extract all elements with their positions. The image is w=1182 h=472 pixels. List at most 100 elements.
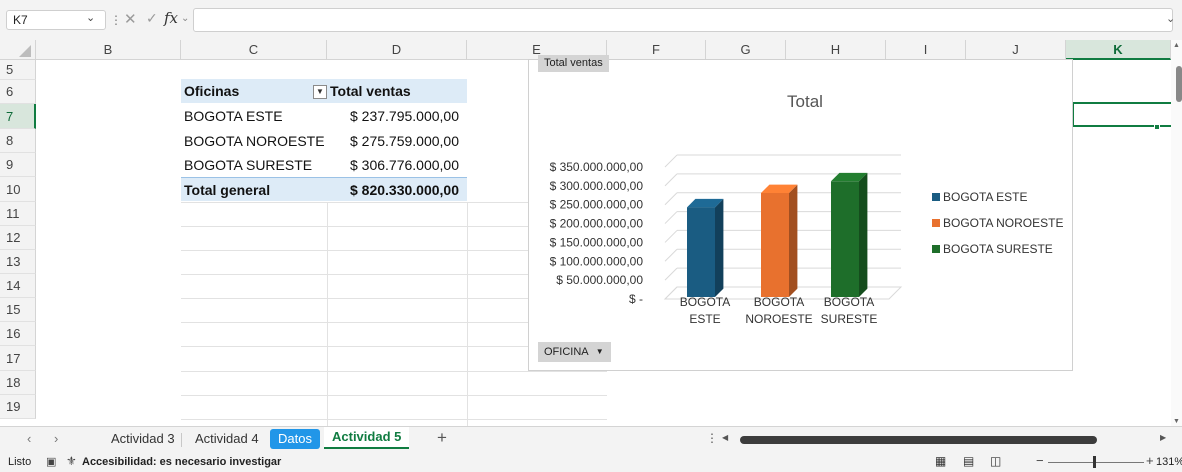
prev-sheet-icon[interactable]: ‹ bbox=[27, 431, 31, 446]
check-icon[interactable]: ✓ bbox=[146, 10, 158, 27]
pivot-grand-total-label[interactable]: Total general bbox=[181, 177, 327, 201]
column-header-j[interactable]: J bbox=[966, 40, 1066, 60]
y-tick-label: $ 100.000.000,00 bbox=[550, 254, 644, 268]
chart-plot: Total $ - $ 50.000.000,00 $ 100.000.000,00 $… bbox=[550, 92, 1064, 326]
x-tick-label: NOROESTE bbox=[745, 312, 812, 326]
expand-formula-icon[interactable]: ⌄ bbox=[1166, 12, 1175, 25]
more-options-icon[interactable]: ⋮ bbox=[110, 13, 122, 27]
row-header-16[interactable]: 16 bbox=[0, 322, 36, 346]
y-tick-label: $ 200.000.000,00 bbox=[550, 217, 644, 231]
status-ready: Listo bbox=[8, 456, 32, 468]
pivot-header-total[interactable]: Total ventas bbox=[327, 79, 467, 103]
zoom-slider-thumb[interactable] bbox=[1093, 456, 1096, 468]
x-tick-label: ESTE bbox=[689, 312, 720, 326]
pivot-row-office[interactable]: BOGOTA SURESTE bbox=[181, 153, 327, 177]
scroll-up-icon[interactable]: ▲ bbox=[1173, 42, 1180, 49]
row-header-5[interactable]: 5 bbox=[0, 60, 36, 80]
y-tick-label: $ 50.000.000,00 bbox=[556, 273, 643, 287]
bar-bogota-este bbox=[687, 207, 715, 297]
vertical-scroll-thumb[interactable] bbox=[1176, 66, 1182, 102]
filter-dropdown-icon[interactable]: ▼ bbox=[313, 85, 327, 99]
formula-input[interactable] bbox=[193, 8, 1173, 32]
next-sheet-icon[interactable]: › bbox=[54, 431, 58, 446]
pivot-row-office[interactable]: BOGOTA NOROESTE bbox=[181, 129, 327, 153]
select-all-icon bbox=[19, 45, 31, 57]
column-header-b[interactable]: B bbox=[36, 40, 181, 60]
row-header-18[interactable]: 18 bbox=[0, 371, 36, 395]
y-tick-label: $ 250.000.000,00 bbox=[550, 198, 644, 212]
fill-handle[interactable] bbox=[1154, 124, 1160, 130]
chart-title: Total bbox=[787, 92, 823, 111]
grid-line bbox=[467, 202, 468, 426]
active-cell-k7[interactable] bbox=[1072, 102, 1182, 127]
column-header-i[interactable]: I bbox=[886, 40, 966, 60]
row-header-9[interactable]: 9 bbox=[0, 153, 36, 177]
row-header-7[interactable]: 7 bbox=[0, 104, 36, 129]
tab-separator bbox=[181, 433, 182, 447]
pivot-row-office[interactable]: BOGOTA ESTE bbox=[181, 104, 327, 128]
column-header-d[interactable]: D bbox=[327, 40, 467, 60]
pivot-grand-total-value[interactable]: $ 820.330.000,00 bbox=[327, 177, 467, 201]
chart-gridline bbox=[664, 173, 678, 187]
scroll-down-icon[interactable]: ▼ bbox=[1173, 418, 1180, 425]
insert-function-icon[interactable]: fx bbox=[164, 9, 178, 27]
page-layout-view-icon[interactable]: ▤ bbox=[963, 454, 974, 468]
more-options-icon[interactable]: ⋮ bbox=[706, 431, 718, 445]
chevron-down-icon[interactable]: ⌄ bbox=[86, 11, 95, 24]
sheet-tab-actividad-5[interactable]: Actividad 5 bbox=[324, 427, 410, 449]
scroll-right-icon[interactable]: ▶ bbox=[1160, 433, 1166, 442]
chart-gridline bbox=[664, 267, 678, 281]
x-tick-label: BOGOTA bbox=[680, 295, 730, 309]
macro-record-icon[interactable]: ▣ bbox=[46, 455, 56, 468]
row-header-17[interactable]: 17 bbox=[0, 346, 36, 371]
row-header-10[interactable]: 10 bbox=[0, 177, 36, 202]
normal-view-icon[interactable]: ▦ bbox=[935, 454, 946, 468]
scroll-left-icon[interactable]: ◀ bbox=[722, 433, 728, 442]
add-sheet-icon[interactable]: + bbox=[437, 428, 447, 448]
zoom-in-icon[interactable]: + bbox=[1146, 453, 1154, 468]
column-header-g[interactable]: G bbox=[706, 40, 786, 60]
grid-line bbox=[181, 419, 607, 420]
zoom-level[interactable]: 131% bbox=[1156, 456, 1182, 468]
column-header-h[interactable]: H bbox=[786, 40, 886, 60]
x-tick-label: BOGOTA bbox=[754, 295, 804, 309]
row-header-6[interactable]: 6 bbox=[0, 80, 36, 104]
row-header-14[interactable]: 14 bbox=[0, 274, 36, 298]
zoom-slider[interactable] bbox=[1048, 462, 1144, 463]
zoom-out-icon[interactable]: − bbox=[1036, 453, 1044, 468]
chevron-down-icon[interactable]: ⌄ bbox=[181, 13, 189, 24]
legend-label: BOGOTA SURESTE bbox=[943, 242, 1053, 256]
x-tick-label: BOGOTA bbox=[824, 295, 874, 309]
horizontal-scroll-thumb[interactable] bbox=[740, 436, 1097, 444]
y-tick-label: $ 300.000.000,00 bbox=[550, 179, 644, 193]
legend-swatch bbox=[932, 219, 940, 227]
bar-side bbox=[789, 184, 798, 297]
chart-gridline bbox=[664, 192, 678, 206]
sheet-tab-datos[interactable]: Datos bbox=[270, 429, 320, 449]
grid-line bbox=[181, 395, 607, 396]
pivot-row-total[interactable]: $ 306.776.000,00 bbox=[327, 153, 467, 177]
row-header-8[interactable]: 8 bbox=[0, 129, 36, 153]
row-header-12[interactable]: 12 bbox=[0, 226, 36, 250]
row-header-13[interactable]: 13 bbox=[0, 250, 36, 274]
legend-swatch bbox=[932, 193, 940, 201]
chart-gridline bbox=[664, 211, 678, 224]
sheet-tab-actividad-3[interactable]: Actividad 3 bbox=[103, 429, 183, 449]
column-header-k[interactable]: K bbox=[1066, 40, 1171, 60]
legend-label: BOGOTA ESTE bbox=[943, 190, 1027, 204]
accessibility-icon[interactable]: ⚜ bbox=[66, 454, 77, 468]
pivot-row-total[interactable]: $ 275.759.000,00 bbox=[327, 129, 467, 153]
cancel-icon[interactable]: ✕ bbox=[124, 10, 137, 28]
column-header-f[interactable]: F bbox=[607, 40, 706, 60]
accessibility-status[interactable]: Accesibilidad: es necesario investigar bbox=[82, 456, 281, 468]
row-header-15[interactable]: 15 bbox=[0, 298, 36, 322]
page-break-view-icon[interactable]: ◫ bbox=[990, 454, 1001, 468]
row-header-11[interactable]: 11 bbox=[0, 202, 36, 226]
pivot-chart[interactable]: Total ventas OFICINA ▼ Total $ - $ 50.000.0… bbox=[528, 55, 1073, 371]
pivot-header-office[interactable]: Oficinas bbox=[181, 79, 327, 103]
row-header-19[interactable]: 19 bbox=[0, 395, 36, 419]
chart-gridline bbox=[664, 154, 678, 168]
pivot-row-total[interactable]: $ 237.795.000,00 bbox=[327, 104, 467, 128]
column-header-c[interactable]: C bbox=[181, 40, 327, 60]
sheet-tab-actividad-4[interactable]: Actividad 4 bbox=[187, 429, 267, 449]
